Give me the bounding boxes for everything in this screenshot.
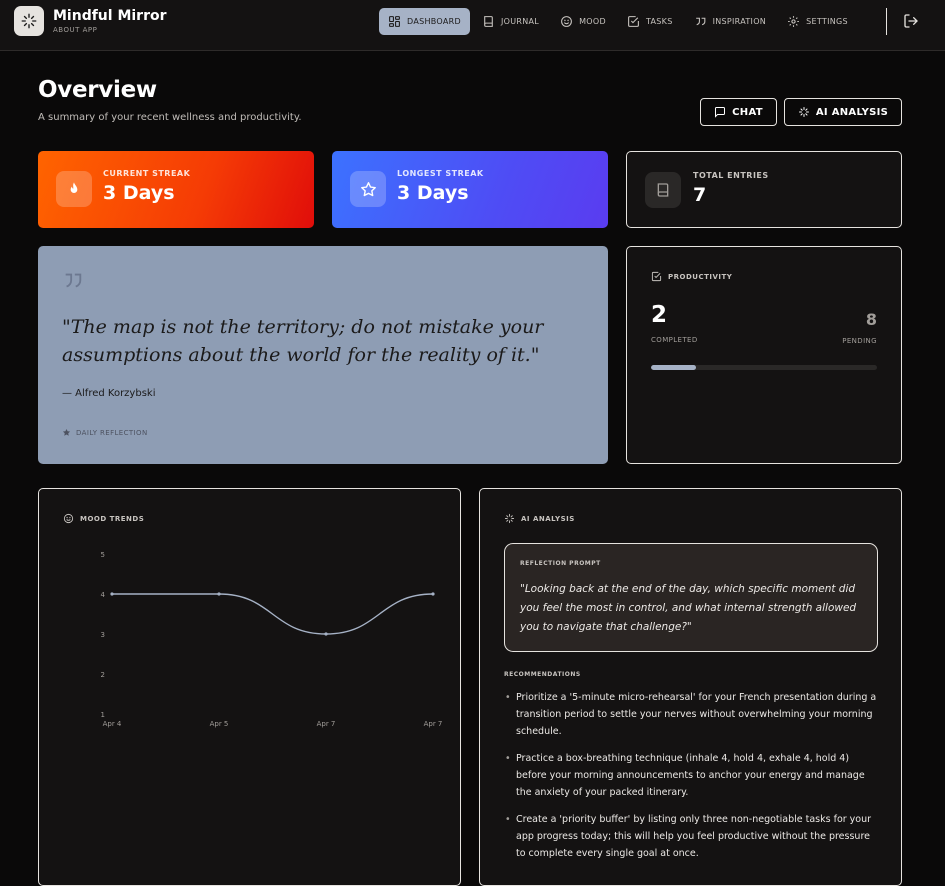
logout-button[interactable]	[903, 13, 919, 33]
y-tick-label: 5	[101, 551, 105, 559]
ai-analysis-header: AI ANALYSIS	[504, 513, 575, 524]
completed-label: COMPLETED	[651, 336, 698, 344]
gear-icon	[788, 16, 800, 27]
nav-journal-label: JOURNAL	[500, 17, 540, 26]
page-title: Overview	[38, 77, 157, 103]
mood-series-line	[111, 593, 434, 635]
main-nav: DASHBOARD JOURNAL MOOD TASKS INSPIRATION…	[379, 8, 860, 35]
productivity-card: PRODUCTIVITY 2 COMPLETED 8 PENDING	[626, 246, 902, 464]
productivity-progress-bar	[651, 365, 877, 370]
star-icon	[350, 171, 386, 207]
nav-tasks[interactable]: TASKS	[618, 8, 682, 35]
ai-analysis-button[interactable]: AI ANALYSIS	[784, 98, 902, 126]
recommendation-item: Create a 'priority buffer' by listing on…	[504, 811, 878, 862]
x-tick-label: Apr 7	[317, 720, 336, 728]
productivity-label: PRODUCTIVITY	[668, 272, 733, 281]
book-icon	[484, 16, 493, 27]
current-streak-card: CURRENT STREAK 3 Days	[38, 151, 314, 228]
nav-tasks-label: TASKS	[645, 17, 673, 26]
daily-reflection-footer: DAILY REFLECTION	[62, 428, 148, 437]
app-title: Mindful Mirror	[53, 8, 167, 24]
brand[interactable]: Mindful Mirror ABOUT APP	[14, 6, 167, 36]
productivity-progress-fill	[651, 365, 697, 370]
total-entries-label: TOTAL ENTRIES	[693, 171, 769, 180]
mood-data-point[interactable]	[324, 632, 328, 636]
nav-inspiration-label: INSPIRATION	[712, 17, 767, 26]
nav-settings-label: SETTINGS	[806, 17, 848, 26]
logout-icon	[904, 14, 918, 28]
flame-icon	[56, 171, 92, 207]
recommendation-item: Prioritize a '5-minute micro-rehearsal' …	[504, 689, 878, 740]
sparkle-logo-icon	[14, 6, 44, 36]
y-tick-label: 4	[101, 591, 106, 599]
star-icon	[62, 428, 71, 436]
nav-divider	[886, 8, 887, 35]
top-navigation-bar: Mindful Mirror ABOUT APP DASHBOARD JOURN…	[0, 0, 945, 51]
checkbox-icon	[628, 16, 639, 27]
y-tick-label: 3	[101, 631, 105, 639]
recommendations-label: RECOMMENDATIONS	[504, 671, 581, 678]
mood-trends-chart: 1 2 3 4 5 Apr 4 Apr 5 Apr 7 Apr 7	[101, 551, 443, 728]
pending-count: 8	[865, 310, 877, 329]
quote-icon	[695, 17, 705, 26]
smile-icon	[561, 16, 572, 27]
reflection-prompt-box: REFLECTION PROMPT "Looking back at the e…	[504, 543, 878, 652]
nav-mood-label: MOOD	[579, 17, 606, 26]
mood-data-point[interactable]	[110, 592, 114, 596]
nav-inspiration[interactable]: INSPIRATION	[685, 8, 776, 35]
longest-streak-label: LONGEST STREAK	[397, 169, 484, 178]
nav-settings[interactable]: SETTINGS	[778, 8, 857, 35]
ai-analysis-card: AI ANALYSIS REFLECTION PROMPT "Looking b…	[479, 488, 902, 886]
sparkle-icon	[504, 513, 515, 524]
ai-analysis-label: AI ANALYSIS	[521, 514, 575, 523]
book-icon	[645, 172, 681, 208]
quote-text: "The map is not the territory; do not mi…	[62, 316, 544, 366]
checkbox-icon	[651, 271, 662, 282]
daily-reflection-label: DAILY REFLECTION	[76, 428, 148, 437]
nav-mood[interactable]: MOOD	[551, 8, 615, 35]
y-tick-label: 2	[101, 671, 105, 679]
message-icon	[715, 107, 726, 118]
x-tick-label: Apr 5	[210, 720, 229, 728]
dashboard-icon	[389, 16, 400, 27]
quote-mark-icon	[62, 270, 84, 296]
quote-author: — Alfred Korzybski	[62, 388, 156, 399]
longest-streak-card: LONGEST STREAK 3 Days	[332, 151, 608, 228]
y-tick-label: 1	[101, 711, 105, 719]
mood-trends-card: MOOD TRENDS 1 2 3 4 5 Apr 4 Apr 5 Apr 7 Apr 7	[38, 488, 461, 886]
current-streak-label: CURRENT STREAK	[103, 169, 191, 178]
recommendation-item: Practice a box-breathing technique (inha…	[504, 750, 878, 801]
ai-analysis-button-label: AI ANALYSIS	[815, 106, 889, 118]
current-streak-value: 3 Days	[103, 182, 175, 204]
productivity-header: PRODUCTIVITY	[651, 271, 732, 282]
pending-label: PENDING	[842, 337, 877, 345]
nav-dashboard-label: DASHBOARD	[407, 17, 461, 26]
reflection-prompt-text: "Looking back at the end of the day, whi…	[520, 583, 857, 633]
completed-count: 2	[651, 302, 668, 328]
recommendations-list: Prioritize a '5-minute micro-rehearsal' …	[504, 689, 878, 872]
nav-journal[interactable]: JOURNAL	[473, 8, 548, 35]
daily-reflection-card: "The map is not the territory; do not mi…	[38, 246, 608, 464]
chat-button[interactable]: CHAT	[700, 98, 777, 126]
mood-data-point[interactable]	[217, 592, 221, 596]
total-entries-card: TOTAL ENTRIES 7	[626, 151, 902, 228]
x-tick-label: Apr 7	[424, 720, 443, 728]
reflection-prompt-label: REFLECTION PROMPT	[520, 560, 601, 567]
page-subtitle: A summary of your recent wellness and pr…	[38, 112, 302, 123]
sparkle-icon	[798, 107, 809, 117]
total-entries-value: 7	[693, 184, 707, 206]
x-tick-label: Apr 4	[103, 720, 122, 728]
longest-streak-value: 3 Days	[397, 182, 469, 204]
mood-data-point[interactable]	[431, 592, 435, 596]
chat-button-label: CHAT	[732, 106, 763, 118]
about-app-link[interactable]: ABOUT APP	[53, 25, 167, 35]
nav-dashboard[interactable]: DASHBOARD	[379, 8, 470, 35]
